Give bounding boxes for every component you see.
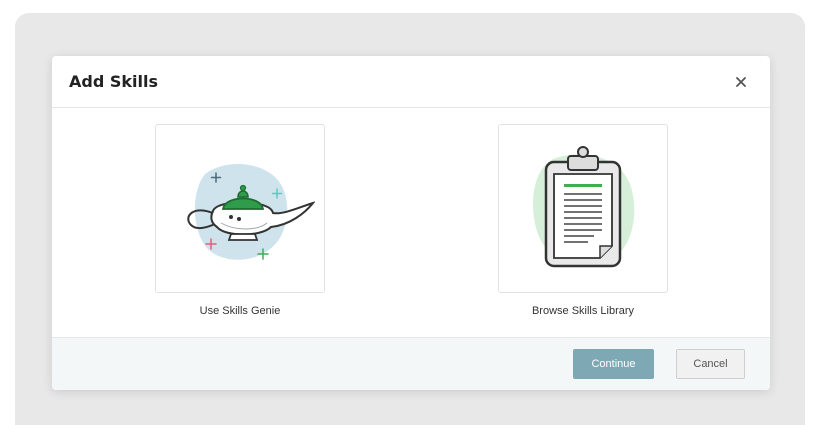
skills-library-card[interactable] xyxy=(498,124,668,293)
use-skills-genie-option[interactable]: Use Skills Genie xyxy=(155,124,325,317)
close-button[interactable] xyxy=(732,73,750,91)
modal-body: Use Skills Genie Browse Skills Library xyxy=(52,108,770,337)
skills-genie-card[interactable] xyxy=(155,124,325,293)
skills-genie-label: Use Skills Genie xyxy=(199,305,281,317)
continue-button[interactable]: Continue xyxy=(573,349,654,379)
modal-title: Add Skills xyxy=(69,72,158,91)
skills-library-label: Browse Skills Library xyxy=(531,305,635,317)
clipboard-icon xyxy=(533,145,635,267)
close-icon xyxy=(736,76,746,87)
cancel-button[interactable]: Cancel xyxy=(676,349,745,379)
modal-header: Add Skills xyxy=(52,56,770,108)
genie-lamp-icon xyxy=(187,163,315,260)
add-skills-modal: Add Skills Use Skills Genie Browse Skill… xyxy=(52,56,770,390)
browse-skills-library-option[interactable]: Browse Skills Library xyxy=(498,124,668,317)
modal-footer: Continue Cancel xyxy=(52,337,770,390)
